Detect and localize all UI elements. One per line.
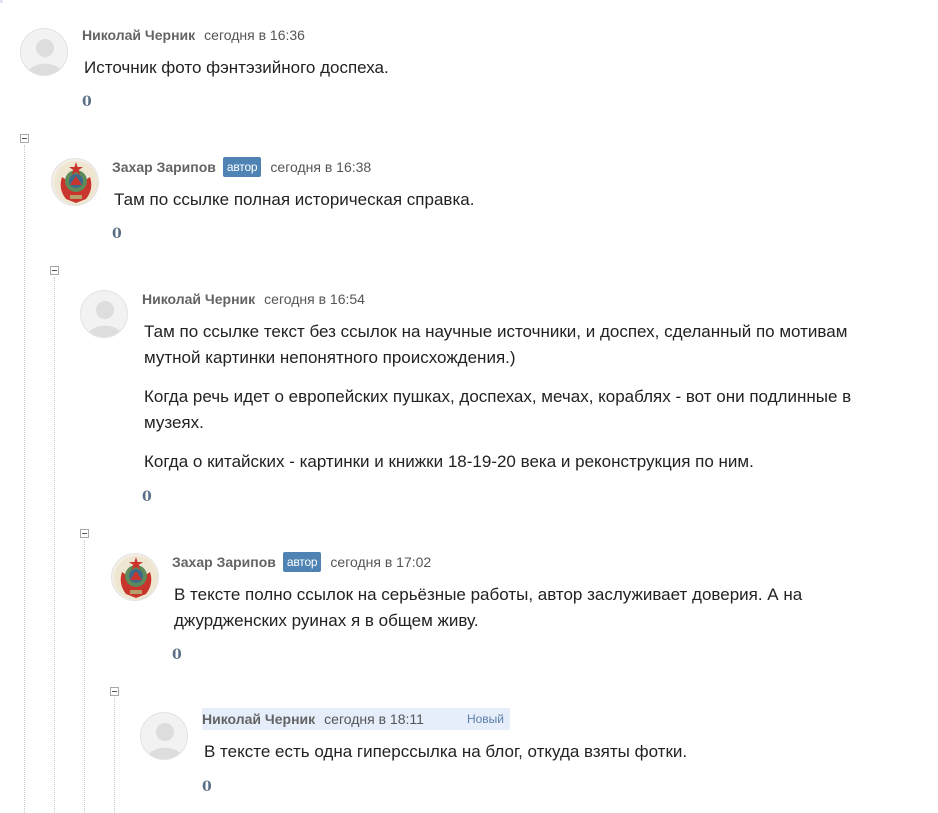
comment-header: Захар Зарипов автор сегодня в 17:02 (172, 551, 431, 573)
collapse-minus-icon[interactable] (80, 529, 89, 538)
default-user-avatar-icon[interactable] (20, 28, 68, 76)
comment-date[interactable]: сегодня в 16:38 (270, 159, 371, 175)
author-link[interactable]: Захар Зарипов (172, 554, 276, 570)
thread-line-level-2 (54, 277, 55, 813)
comment-body: Источник фото фэнтэзийного доспеха. (84, 55, 864, 94)
author-link[interactable]: Николай Черник (202, 711, 315, 727)
comment-header: Николай Черник сегодня в 16:54 (142, 288, 365, 310)
comment-date[interactable]: сегодня в 17:02 (330, 554, 431, 570)
author-badge: автор (282, 552, 322, 572)
rating-count[interactable]: 0 (172, 647, 182, 663)
rating-count[interactable]: 0 (142, 489, 152, 505)
collapse-minus-icon[interactable] (110, 687, 119, 696)
default-user-avatar-icon[interactable] (80, 290, 128, 338)
rating-count[interactable]: 0 (82, 94, 92, 110)
comment-paragraph: Источник фото фэнтэзийного доспеха. (84, 58, 389, 77)
thread-line-level-1 (24, 145, 25, 813)
comment-date[interactable]: сегодня в 16:54 (264, 291, 365, 307)
soviet-emblem-avatar-icon[interactable] (51, 158, 99, 206)
comment-paragraph: В тексте полно ссылок на серьёзные работ… (174, 585, 803, 630)
comment-paragraph: В тексте есть одна гиперссылка на блог, … (204, 742, 688, 761)
comment-body: В тексте есть одна гиперссылка на блог, … (204, 739, 884, 778)
author-link[interactable]: Захар Зарипов (112, 159, 216, 175)
comment-paragraph: Там по ссылке текст без ссылок на научны… (144, 322, 848, 367)
author-badge: автор (222, 157, 262, 177)
new-comment-label: Новый (466, 712, 504, 726)
comment-body: Там по ссылке текст без ссылок на научны… (144, 319, 889, 488)
default-user-avatar-icon[interactable] (140, 712, 188, 760)
comment-body: Там по ссылке полная историческая справк… (114, 187, 874, 226)
author-link[interactable]: Николай Черник (82, 27, 195, 43)
comment-date[interactable]: сегодня в 18:11 (324, 711, 424, 727)
comment-paragraph: Там по ссылке полная историческая справк… (114, 190, 475, 209)
thread-line-level-3 (84, 540, 85, 813)
comment-body: В тексте полно ссылок на серьёзные работ… (174, 582, 864, 647)
collapse-minus-icon[interactable] (50, 266, 59, 275)
soviet-emblem-avatar-icon[interactable] (111, 553, 159, 601)
corner-mark (0, 0, 3, 3)
rating-count[interactable]: 0 (112, 226, 122, 242)
comments-thread: Николай Черник сегодня в 16:36 Источник … (0, 0, 938, 813)
comment-header: Захар Зарипов автор сегодня в 16:38 (112, 156, 371, 178)
rating-count[interactable]: 0 (202, 779, 212, 795)
comment-paragraph: Когда о китайских - картинки и книжки 18… (144, 452, 754, 471)
comment-header-new: Николай Черник сегодня в 18:11 Новый (202, 708, 510, 730)
comment-paragraph: Когда речь идет о европейских пушках, до… (144, 387, 852, 432)
thread-line-level-4 (114, 698, 115, 813)
comment-date[interactable]: сегодня в 16:36 (204, 27, 305, 43)
comment-header: Николай Черник сегодня в 16:36 (82, 24, 305, 46)
collapse-minus-icon[interactable] (20, 134, 29, 143)
author-link[interactable]: Николай Черник (142, 291, 255, 307)
